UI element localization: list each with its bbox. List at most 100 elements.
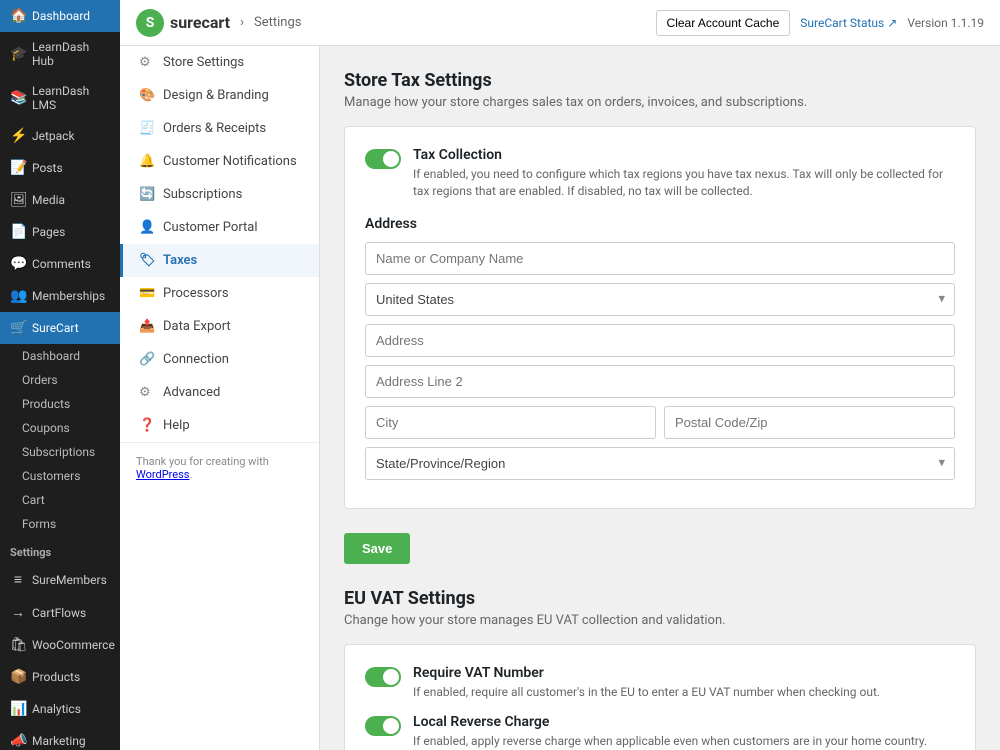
connection-icon: 🔗 [139, 352, 155, 367]
state-select-wrapper: State/Province/Region [365, 447, 955, 480]
data-export-icon: 📤 [139, 319, 155, 334]
clear-cache-button[interactable]: Clear Account Cache [656, 10, 791, 36]
topbar-actions: Clear Account Cache SureCart Status ↗ Ve… [656, 10, 984, 36]
sidebar-sub-cart[interactable]: Cart [0, 488, 120, 512]
sidebar-item-pages[interactable]: 📄 Pages [0, 216, 120, 248]
notifications-icon: 🔔 [139, 154, 155, 169]
nav-advanced[interactable]: ⚙ Advanced [120, 376, 319, 409]
name-company-input[interactable] [365, 242, 955, 275]
sidebar-item-surecart[interactable]: 🛒 SureCart [0, 312, 120, 344]
sidebar-item-dashboard[interactable]: 🏠 Dashboard [0, 0, 120, 32]
eu-vat-desc: Change how your store manages EU VAT col… [344, 613, 976, 628]
sidebar-item-suremembers[interactable]: ≡ SureMembers [0, 563, 120, 596]
surecart-logo-icon: S [136, 9, 164, 37]
sidebar-sub-coupons[interactable]: Coupons [0, 416, 120, 440]
surecart-icon: 🛒 [10, 320, 26, 336]
nav-help[interactable]: ❓ Help [120, 409, 319, 442]
sidebar-item-label: WooCommerce [32, 638, 115, 652]
state-select[interactable]: State/Province/Region [365, 447, 955, 480]
require-vat-desc: If enabled, require all customer's in th… [413, 684, 880, 701]
status-label: SureCart Status [800, 16, 884, 30]
nav-processors[interactable]: 💳 Processors [120, 277, 319, 310]
suremembers-icon: ≡ [10, 571, 26, 588]
sidebar-item-media[interactable]: 🖼 Media [0, 184, 120, 216]
nav-label: Connection [163, 352, 229, 367]
sidebar-item-comments[interactable]: 💬 Comments [0, 248, 120, 280]
version-label: Version 1.1.19 [907, 16, 984, 30]
nav-orders-receipts[interactable]: 🧾 Orders & Receipts [120, 112, 319, 145]
sidebar-item-learndash-hub[interactable]: 🎓 LearnDash Hub [0, 32, 120, 76]
sidebar-sub-subscriptions[interactable]: Subscriptions [0, 440, 120, 464]
nav-subscriptions[interactable]: 🔄 Subscriptions [120, 178, 319, 211]
nav-data-export[interactable]: 📤 Data Export [120, 310, 319, 343]
sidebar-item-label: Memberships [32, 289, 105, 303]
processors-icon: 💳 [139, 286, 155, 301]
sidebar-item-label: Analytics [32, 702, 81, 716]
external-link-icon: ↗ [887, 16, 897, 30]
eu-vat-title: EU VAT Settings [344, 588, 976, 609]
nav-customer-notifications[interactable]: 🔔 Customer Notifications [120, 145, 319, 178]
country-select[interactable]: United States [365, 283, 955, 316]
eu-vat-card: Require VAT Number If enabled, require a… [344, 644, 976, 750]
sidebar-item-memberships[interactable]: 👥 Memberships [0, 280, 120, 312]
require-vat-info: Require VAT Number If enabled, require a… [413, 665, 880, 701]
comments-icon: 💬 [10, 256, 26, 272]
store-tax-save-button[interactable]: Save [344, 533, 410, 564]
local-reverse-row: Local Reverse Charge If enabled, apply r… [365, 714, 955, 750]
sidebar-item-posts[interactable]: 📝 Posts [0, 152, 120, 184]
nav-customer-portal[interactable]: 👤 Customer Portal [120, 211, 319, 244]
require-vat-label: Require VAT Number [413, 665, 880, 681]
nav-connection[interactable]: 🔗 Connection [120, 343, 319, 376]
subscriptions-icon: 🔄 [139, 187, 155, 202]
nav-label: Design & Branding [163, 88, 269, 103]
postal-input[interactable] [664, 406, 955, 439]
sidebar-item-label: Dashboard [32, 9, 90, 23]
nav-store-settings[interactable]: ⚙ Store Settings [120, 46, 319, 79]
sidebar-item-woocommerce[interactable]: 🛍 WooCommerce [0, 629, 120, 661]
secondary-sidebar-footer: Thank you for creating with WordPress. [120, 442, 319, 493]
content-wrapper: ⚙ Store Settings 🎨 Design & Branding 🧾 O… [120, 46, 1000, 750]
nav-label: Advanced [163, 385, 220, 400]
products-icon: 📦 [10, 669, 26, 685]
address2-input[interactable] [365, 365, 955, 398]
sidebar-item-label: CartFlows [32, 606, 86, 620]
sidebar-item-label: SureMembers [32, 573, 107, 587]
memberships-icon: 👥 [10, 288, 26, 304]
sidebar-sub-dashboard[interactable]: Dashboard [0, 344, 120, 368]
sidebar-item-label: Marketing [32, 734, 86, 748]
sidebar-item-products[interactable]: 📦 Products [0, 661, 120, 693]
sidebar-sub-forms[interactable]: Forms [0, 512, 120, 536]
pages-icon: 📄 [10, 224, 26, 240]
advanced-icon: ⚙ [139, 385, 155, 400]
local-reverse-toggle[interactable] [365, 716, 401, 736]
address-section: Address United States [365, 216, 955, 480]
address-label: Address [365, 216, 955, 232]
marketing-icon: 📣 [10, 733, 26, 749]
require-vat-toggle[interactable] [365, 667, 401, 687]
wordpress-link[interactable]: WordPress [136, 468, 189, 481]
address-input[interactable] [365, 324, 955, 357]
main-content: Store Tax Settings Manage how your store… [320, 46, 1000, 750]
sidebar-item-jetpack[interactable]: ⚡ Jetpack [0, 120, 120, 152]
tax-collection-toggle[interactable] [365, 149, 401, 169]
sidebar-sub-customers[interactable]: Customers [0, 464, 120, 488]
sidebar-item-label: LearnDash Hub [32, 40, 110, 68]
city-input[interactable] [365, 406, 656, 439]
nav-label: Orders & Receipts [163, 121, 266, 136]
media-icon: 🖼 [10, 192, 26, 208]
nav-design-branding[interactable]: 🎨 Design & Branding [120, 79, 319, 112]
sidebar-sub-products[interactable]: Products [0, 392, 120, 416]
country-select-wrapper: United States [365, 283, 955, 316]
nav-label: Data Export [163, 319, 231, 334]
cartflows-icon: → [10, 604, 26, 621]
nav-taxes[interactable]: 🏷 Taxes [120, 244, 319, 277]
sidebar-settings-label: Settings [0, 536, 120, 563]
sidebar-item-analytics[interactable]: 📊 Analytics [0, 693, 120, 725]
surecart-status-link[interactable]: SureCart Status ↗ [800, 16, 897, 30]
jetpack-icon: ⚡ [10, 128, 26, 144]
sidebar-sub-orders[interactable]: Orders [0, 368, 120, 392]
learndash-lms-icon: 📚 [10, 90, 26, 106]
sidebar-item-learndash-lms[interactable]: 📚 LearnDash LMS [0, 76, 120, 120]
sidebar-item-marketing[interactable]: 📣 Marketing [0, 725, 120, 750]
sidebar-item-cartflows[interactable]: → CartFlows [0, 596, 120, 629]
